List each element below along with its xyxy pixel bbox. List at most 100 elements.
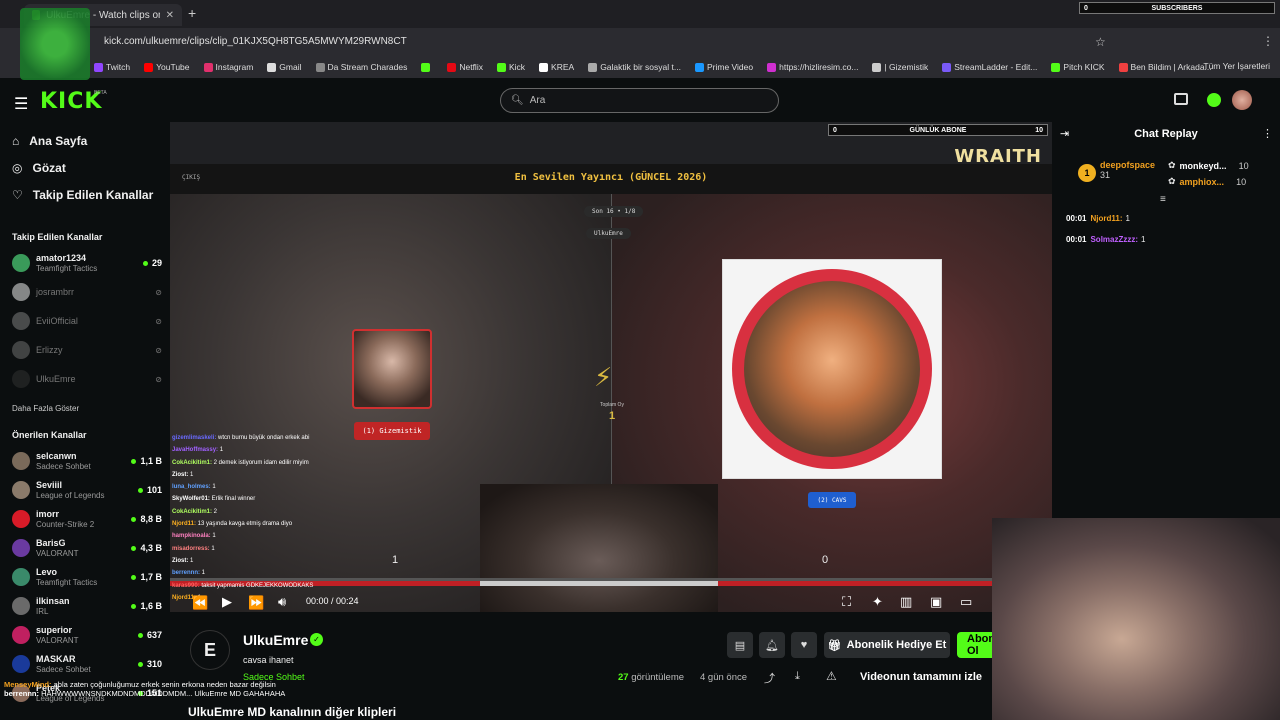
stats-icon[interactable]: ▥ <box>900 594 912 610</box>
bookmark-item[interactable]: YouTube <box>144 62 190 72</box>
channel-name: Seviiil <box>36 480 63 491</box>
bookmark-item[interactable]: Twitch <box>94 62 130 72</box>
overlay-chat-text: 2 demek istiyorum idam edilir miyim <box>212 459 309 466</box>
channel-item[interactable]: ilkinsan IRL 1,6 B <box>12 593 162 619</box>
gift-sub-button[interactable]: 🎁︎ Abonelik Hediye Et <box>824 632 950 658</box>
channel-item[interactable]: Levo Teamfight Tactics 1,7 B <box>12 564 162 590</box>
overlay-chat-text: 1 <box>200 570 206 577</box>
show-more-link[interactable]: Daha Fazla Göster <box>12 404 79 413</box>
tab-close-icon[interactable]: ✕ <box>166 10 174 21</box>
viewer-count-value: 29 <box>151 258 162 268</box>
bookmark-item[interactable]: Ben Bildim | Arkada... <box>1118 62 1212 72</box>
live-dot-icon <box>131 574 137 580</box>
url-field[interactable]: kick.com/ulkuemre/clips/clip_01KJX5QH8TG… <box>104 36 407 47</box>
channel-category: IRL <box>36 606 49 616</box>
all-bookmarks[interactable]: Tüm Yer İşaretleri <box>1203 61 1270 71</box>
theater-mode-icon[interactable]: ▭ <box>960 594 972 610</box>
left-candidate-image <box>352 329 432 409</box>
channel-category: VALORANT <box>36 548 79 558</box>
channel-category: Counter-Strike 2 <box>36 519 95 529</box>
channel-item[interactable]: josrambrr ⊘ <box>12 279 162 305</box>
notify-button[interactable]: 🔔︎ <box>759 632 785 658</box>
bookmark-item[interactable]: Gmail <box>267 62 302 72</box>
bookmark-item[interactable]: Kick <box>496 62 525 72</box>
user-avatar[interactable] <box>1232 90 1252 110</box>
channel-avatar[interactable]: E <box>190 630 230 670</box>
bookmark-item[interactable]: | Gizemistik <box>872 62 928 72</box>
channel-names: ilkinsan IRL <box>36 596 70 616</box>
search-input[interactable]: 🔍︎ Ara <box>500 88 779 113</box>
channel-item[interactable]: Erlizzy ⊘ <box>12 337 162 363</box>
play-icon[interactable]: ▶ <box>222 594 232 610</box>
bookmark-label: Twitch <box>106 62 131 72</box>
follow-button[interactable]: ♥ <box>791 632 817 658</box>
chat-menu-icon[interactable]: ⋮ <box>1262 127 1273 140</box>
sidebar-nav-item[interactable]: ♡ Takip Edilen Kanallar <box>12 188 153 202</box>
overlay-chat-user: SkyWolfer01: <box>172 496 210 503</box>
clip-button[interactable]: ▤ <box>727 632 753 658</box>
bottom-chat-line: MenseyMind: abla zaten çoğunluğumuz erke… <box>4 680 304 689</box>
bookmark-item[interactable]: KREA <box>539 62 574 72</box>
channel-name[interactable]: UlkuEmre <box>243 632 308 648</box>
clip-icon[interactable]: ⛶ <box>842 594 851 610</box>
overlay-chat-user: hampkinoala: <box>172 533 211 540</box>
chat-username[interactable]: SolmazZzzz: <box>1090 235 1138 244</box>
bookmark-item[interactable] <box>421 62 433 72</box>
chat-username[interactable]: Njord11: <box>1090 214 1122 223</box>
watch-full-video-link[interactable]: Videonun tamamını izle <box>860 671 982 683</box>
bookmark-item[interactable]: https://hizliresim.co... <box>767 62 858 72</box>
bookmark-item[interactable]: Prime Video <box>694 62 753 72</box>
channel-item[interactable]: BarisG VALORANT 4,3 B <box>12 535 162 561</box>
volume-icon[interactable]: 🔊︎ <box>278 594 286 610</box>
overlay-chat-user: Njord11: <box>172 521 197 528</box>
rewind-icon[interactable]: ⏪ <box>192 595 208 611</box>
share-icon[interactable]: ⤴ <box>764 670 775 686</box>
new-tab-icon[interactable]: + <box>188 5 196 21</box>
right-candidate-image <box>744 281 920 457</box>
heart-icon: ♥ <box>800 639 808 651</box>
bookmark-item[interactable]: Galaktik bir sosyal t... <box>588 62 681 72</box>
channel-avatar <box>12 539 30 557</box>
bookmark-item[interactable]: Da Stream Charades <box>315 62 407 72</box>
leaderboard-entry[interactable]: ✿ monkeyd... 10 <box>1168 160 1249 171</box>
channel-item[interactable]: Seviiil League of Legends 101 <box>12 477 162 503</box>
theater-icon[interactable] <box>1174 93 1188 105</box>
channel-names: EviiOfficial <box>36 316 78 326</box>
sparkle-icon[interactable]: ✦ <box>872 594 883 610</box>
bookmarks-bar: Twitch YouTube Instagram Gmail Da Stream Cha… <box>0 56 1280 78</box>
report-icon[interactable]: ⚠ <box>826 669 837 683</box>
menu-icon[interactable]: ☰ <box>14 94 28 114</box>
bookmark-favicon-icon <box>144 62 154 72</box>
bookmark-favicon-icon <box>421 62 431 72</box>
leaderboard-entry[interactable]: ✿ amphiox... 10 <box>1168 176 1246 187</box>
browser-menu-icon[interactable]: ⋮ <box>1262 34 1274 48</box>
clip-title: cavsa ihanet <box>243 655 294 665</box>
bookmark-star-icon[interactable]: ☆ <box>1095 35 1106 49</box>
right-score: 0 <box>822 554 829 566</box>
video-player[interactable]: 0 GÜNLÜK ABONE 10 ÇIKIŞ En Sevilen Yayın… <box>170 122 1052 612</box>
sidebar-nav-item[interactable]: ◎ Gözat <box>12 161 66 175</box>
leaderboard-entry[interactable]: deepofspace 31 <box>1100 160 1155 180</box>
channel-item[interactable]: selcanwn Sadece Sohbet 1,1 B <box>12 448 162 474</box>
channel-item[interactable]: UlkuEmre ⊘ <box>12 366 162 392</box>
kick-coin-icon[interactable] <box>1207 93 1221 107</box>
bookmark-item[interactable]: Netflix <box>447 62 483 72</box>
bookmark-item[interactable]: Instagram <box>203 62 253 72</box>
channel-item[interactable]: amator1234 Teamfight Tactics 29 <box>12 250 162 276</box>
bookmark-favicon-icon <box>539 62 549 72</box>
inner-title: En Sevilen Yayıncı (GÜNCEL 2026) <box>514 172 708 183</box>
bookmark-item[interactable]: StreamLadder - Edit... <box>942 62 1037 72</box>
seek-bar[interactable] <box>170 578 1052 581</box>
sidebar-nav-item[interactable]: ⌂ Ana Sayfa <box>12 134 87 148</box>
channel-item[interactable]: MASKAR Sadece Sohbet 310 <box>12 651 162 677</box>
time-display: 00:00 / 00:24 <box>306 596 359 606</box>
channel-item[interactable]: EviiOfficial ⊘ <box>12 308 162 334</box>
bookmark-item[interactable]: Pitch KICK <box>1051 62 1105 72</box>
round-pill: Son 16 • 1/8 <box>584 206 644 217</box>
channel-item[interactable]: superior VALORANT 637 <box>12 622 162 648</box>
channel-item[interactable]: imorr Counter-Strike 2 8,8 B <box>12 506 162 532</box>
pip-icon[interactable]: ▣ <box>930 594 942 610</box>
expand-leaderboard-icon[interactable]: ≡ <box>1160 194 1166 205</box>
download-icon[interactable]: ⤓ <box>795 670 800 683</box>
forward-icon[interactable]: ⏩ <box>248 595 264 611</box>
